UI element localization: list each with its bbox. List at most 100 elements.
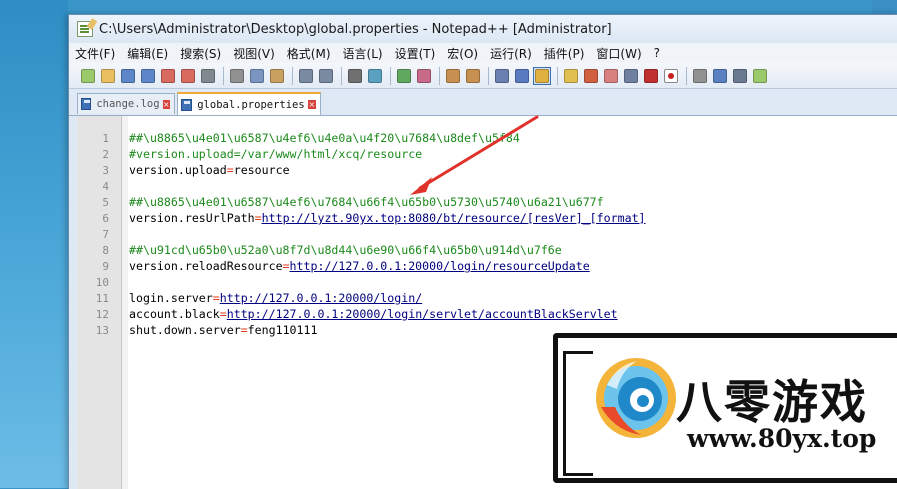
print-icon-glyph xyxy=(201,68,215,83)
undo-icon[interactable] xyxy=(297,67,315,85)
paste-icon[interactable] xyxy=(268,67,286,85)
fold-margin xyxy=(122,116,128,489)
desktop-background xyxy=(0,0,68,488)
copy-icon-glyph xyxy=(250,68,264,83)
code-link[interactable]: http://127.0.0.1:20000/login/resourceUpd… xyxy=(290,259,590,273)
code-token: shut.down.server xyxy=(129,323,241,337)
save-all-icon[interactable] xyxy=(139,67,157,85)
paste-icon-glyph xyxy=(270,68,284,83)
code-token: feng110111 xyxy=(247,323,318,337)
tab-close-icon[interactable]: × xyxy=(162,99,170,109)
new-file-icon-glyph xyxy=(81,68,95,83)
saved-file-icon xyxy=(81,98,92,110)
code-line: ##\u91cd\u65b0\u52a0\u8f7d\u8d44\u6e90\u… xyxy=(129,243,562,257)
zoom-in-icon[interactable] xyxy=(395,67,413,85)
func-list-icon[interactable] xyxy=(602,67,620,85)
cut-icon[interactable] xyxy=(228,67,246,85)
tab-label: global.properties xyxy=(197,98,305,111)
monitor-icon[interactable] xyxy=(642,67,660,85)
save-icon[interactable] xyxy=(119,67,137,85)
save-macro-icon[interactable] xyxy=(751,67,769,85)
save-macro-icon-glyph xyxy=(753,68,767,83)
run-macro-multi-icon[interactable] xyxy=(731,67,749,85)
lang-icon[interactable] xyxy=(562,67,580,85)
code-line: shut.down.server=feng110111 xyxy=(129,323,317,337)
sync-h-icon-glyph xyxy=(466,68,480,83)
word-wrap-icon[interactable] xyxy=(493,67,511,85)
code-link[interactable]: http://127.0.0.1:20000/login/ xyxy=(220,291,422,305)
menu-bar: 文件(F) 编辑(E) 搜索(S) 视图(V) 格式(M) 语言(L) 设置(T) 宏(O) 运… xyxy=(69,43,897,63)
close-all-icon[interactable] xyxy=(179,67,197,85)
redo-icon-glyph xyxy=(319,68,333,83)
open-file-icon[interactable] xyxy=(99,67,117,85)
code-token: ##\u91cd\u65b0\u52a0\u8f7d\u8d44\u6e90\u… xyxy=(129,243,562,257)
indent-guide-icon[interactable] xyxy=(533,66,551,85)
code-token: resource xyxy=(233,163,290,177)
code-token: = xyxy=(254,211,262,225)
toolbar-separator xyxy=(557,66,558,85)
tab-close-icon[interactable]: × xyxy=(307,100,316,109)
menu-item[interactable]: 语言(L) xyxy=(343,45,383,62)
code-token: = xyxy=(282,259,290,273)
code-token: = xyxy=(212,291,220,305)
show-all-chars-icon[interactable] xyxy=(513,67,531,85)
line-number: 3 xyxy=(102,164,109,177)
print-icon[interactable] xyxy=(199,67,217,85)
title-bar[interactable]: C:\Users\Administrator\Desktop\global.pr… xyxy=(69,15,897,43)
record-macro-icon-glyph xyxy=(664,68,678,83)
menu-item[interactable]: 运行(R) xyxy=(490,45,532,62)
tab-bar: change.log × global.properties × xyxy=(69,90,897,116)
new-file-icon[interactable] xyxy=(79,67,97,85)
code-line: version.resUrlPath=http://lyzt.90yx.top:… xyxy=(129,211,646,225)
menu-item[interactable]: 宏(O) xyxy=(447,45,478,62)
code-token: = xyxy=(226,163,234,177)
line-number: 4 xyxy=(102,180,109,193)
sync-v-icon-glyph xyxy=(446,68,460,83)
menu-item[interactable]: 文件(F) xyxy=(75,45,115,62)
sync-h-icon[interactable] xyxy=(464,67,482,85)
menu-item[interactable]: 视图(V) xyxy=(233,45,275,62)
tab-global-properties[interactable]: global.properties × xyxy=(177,92,321,115)
replace-icon-glyph xyxy=(368,68,382,83)
tab-change-log[interactable]: change.log × xyxy=(77,93,175,114)
menu-item[interactable]: 设置(T) xyxy=(395,45,436,62)
line-number: 6 xyxy=(102,212,109,225)
code-line: version.upload=resource xyxy=(129,163,290,177)
line-number: 7 xyxy=(102,228,109,241)
menu-item[interactable]: 格式(M) xyxy=(287,45,331,62)
toolbar-separator xyxy=(686,66,687,85)
sync-v-icon[interactable] xyxy=(444,67,462,85)
redo-icon[interactable] xyxy=(317,67,335,85)
close-icon-glyph xyxy=(161,68,175,83)
code-token: = xyxy=(240,323,248,337)
find-icon[interactable] xyxy=(346,67,364,85)
code-link[interactable]: http://127.0.0.1:20000/login/servlet/acc… xyxy=(227,307,618,321)
menu-item[interactable]: 搜索(S) xyxy=(180,45,221,62)
notepadpp-app-icon[interactable] xyxy=(77,21,93,37)
menu-item[interactable]: 编辑(E) xyxy=(127,45,168,62)
code-link[interactable]: http://lyzt.90yx.top:8080/bt/resource/[r… xyxy=(262,211,646,225)
zoom-out-icon[interactable] xyxy=(415,67,433,85)
doc-map-icon[interactable] xyxy=(582,67,600,85)
indent-guide-icon-glyph xyxy=(535,68,549,83)
line-number: 5 xyxy=(102,196,109,209)
replace-icon[interactable] xyxy=(366,67,384,85)
folder-workspace-icon[interactable] xyxy=(622,67,640,85)
doc-map-icon-glyph xyxy=(584,68,598,83)
play-macro-icon[interactable] xyxy=(711,67,729,85)
code-token: = xyxy=(219,307,227,321)
menu-item[interactable]: ? xyxy=(654,46,660,60)
code-line: login.server=http://127.0.0.1:20000/logi… xyxy=(129,291,422,305)
toolbar-separator xyxy=(292,66,293,85)
code-token: #version.upload=/var/www/html/xcq/resour… xyxy=(129,147,423,161)
toolbar-separator xyxy=(488,66,489,85)
menu-item[interactable]: 插件(P) xyxy=(544,45,585,62)
stop-macro-icon-glyph xyxy=(693,68,707,83)
code-token: login.server xyxy=(129,291,213,305)
stop-macro-icon[interactable] xyxy=(691,67,709,85)
menu-item[interactable]: 窗口(W) xyxy=(596,45,641,62)
monitor-icon-glyph xyxy=(644,68,658,83)
record-macro-icon[interactable] xyxy=(662,67,680,85)
copy-icon[interactable] xyxy=(248,67,266,85)
close-icon[interactable] xyxy=(159,67,177,85)
